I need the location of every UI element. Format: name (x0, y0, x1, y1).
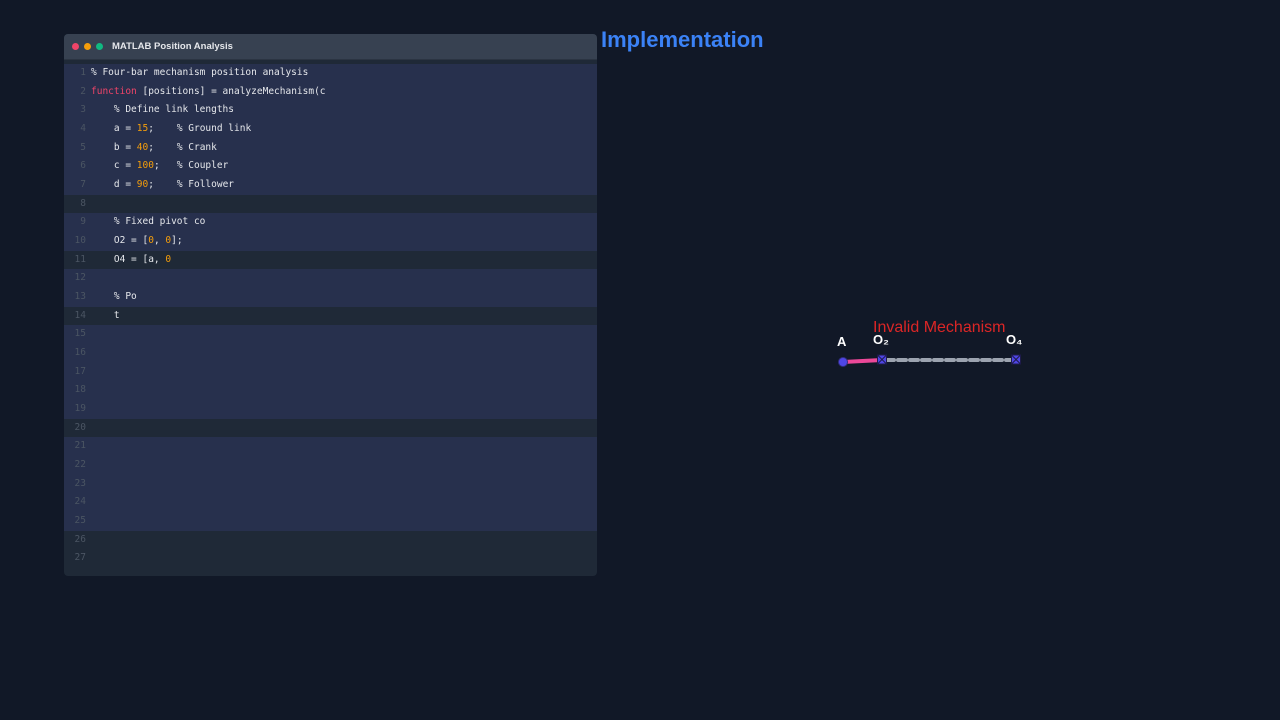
pivot-o2-label: O₂ (873, 332, 889, 347)
stage: MATLAB Position Analysis 1% Four-bar mec… (0, 0, 1280, 720)
joint-a-label: A (837, 334, 847, 349)
mechanism-diagram: Invalid Mechanism A O₂ O₄ (837, 319, 1022, 367)
pivot-o4-label: O₄ (1006, 332, 1022, 347)
pivot-o4-marker (1011, 354, 1021, 365)
joint-a-marker (838, 357, 848, 367)
pivot-o2-marker (877, 354, 887, 365)
crank-link (841, 358, 884, 364)
mechanism-status-label: Invalid Mechanism (873, 319, 1006, 336)
